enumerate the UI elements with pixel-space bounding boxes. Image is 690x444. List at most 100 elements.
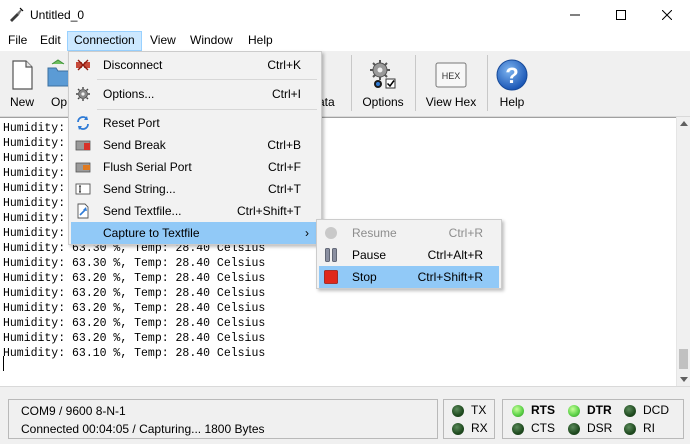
dtr-led-icon[interactable] [568,405,580,417]
dcd-label: DCD [643,403,669,417]
disconnect-icon [76,59,90,71]
control-lines-panel: RTS CTS DTR DSR DCD RI [502,399,684,439]
menu-item-disconnect[interactable]: Disconnect Ctrl+K [71,54,319,76]
terminal-line: Humidity: 63.10 %, Temp: 28.40 Celsius [3,347,266,360]
send-string-icon [75,183,91,195]
menu-item-label: Reset Port [103,116,160,130]
menu-view[interactable]: View [144,31,182,51]
window-title: Untitled_0 [30,8,85,22]
maximize-button[interactable] [598,0,644,30]
minimize-button[interactable] [552,0,598,30]
toolbar-separator [351,55,352,111]
menu-help[interactable]: Help [242,31,279,51]
submenu-item-stop[interactable]: Stop Ctrl+Shift+R [319,266,499,288]
menu-item-shortcut: Ctrl+K [267,58,301,72]
tx-led-icon [452,405,464,417]
menu-item-flush-serial-port[interactable]: Flush Serial Port Ctrl+F [71,156,319,178]
port-settings: COM9 / 9600 8-N-1 [21,404,126,418]
menu-edit[interactable]: Edit [34,31,67,51]
capture-submenu: Resume Ctrl+R Pause Ctrl+Alt+R Stop Ctrl… [316,219,502,289]
terminal-line: Humidity: 63.20 %, Temp: 28.40 Celsius [3,317,266,330]
rts-label: RTS [531,403,555,417]
scroll-down-icon[interactable] [680,377,688,382]
help-icon: ? [496,59,528,91]
menu-item-label: Pause [352,248,387,262]
vertical-scrollbar[interactable] [676,117,690,386]
terminal-line: Humidity: 63.20 %, Temp: 28.40 Celsius [3,272,266,285]
tx-rx-panel: TX RX [443,399,495,439]
gear-icon [76,87,90,101]
rts-led-icon[interactable] [512,405,524,417]
menu-item-shortcut: Ctrl+T [268,182,301,196]
text-cursor [3,356,4,371]
new-document-icon [12,60,33,90]
terminal-line: Humidity: 63.20 %, Temp: 28.40 Celsius [3,302,266,315]
dsr-led-icon [568,423,580,435]
help-button[interactable]: ? Help [492,55,532,113]
rx-led-icon [452,423,464,435]
send-break-icon [75,140,91,151]
terminal-line: Humidity: 63.30 %, Temp: 28.40 Celsius [3,257,266,270]
menu-file[interactable]: File [2,31,33,51]
menu-item-send-break[interactable]: Send Break Ctrl+B [71,134,319,156]
menu-bar: File Edit Connection View Window Help [0,30,690,51]
menu-item-shortcut: Ctrl+B [267,138,301,152]
title-bar: Untitled_0 [0,0,690,30]
dsr-label: DSR [587,421,613,435]
options-button[interactable]: Options [358,55,408,113]
menu-item-shortcut: Ctrl+I [271,87,301,101]
close-button[interactable] [644,0,690,30]
terminal-line: Humidity: 63.20 %, Temp: 28.40 Celsius [3,332,266,345]
menu-connection[interactable]: Connection [67,31,142,51]
reset-icon [77,116,89,130]
cts-label: CTS [531,421,555,435]
help-icon-text: ? [505,63,518,88]
close-icon [662,10,672,20]
pause-icon [325,248,337,262]
send-textfile-icon [77,203,89,219]
menu-item-shortcut: Ctrl+Shift+R [417,270,483,284]
view-hex-button-label: View Hex [425,95,477,109]
ri-label: RI [643,421,655,435]
menu-separator [97,79,317,80]
cts-led-icon [512,423,524,435]
menu-item-label: Resume [352,226,397,240]
menu-item-capture-to-textfile[interactable]: Capture to Textfile › [71,222,319,244]
submenu-item-resume[interactable]: Resume Ctrl+R [319,222,499,244]
menu-item-send-textfile[interactable]: Send Textfile... Ctrl+Shift+T [71,200,319,222]
status-bar: COM9 / 9600 8-N-1 Connected 00:04:05 / C… [0,386,690,444]
options-button-label: Options [362,95,404,109]
terminal-line: Humidity: 63.20 %, Temp: 28.40 Celsius [3,287,266,300]
menu-separator [97,109,317,110]
connection-menu: Disconnect Ctrl+K Options... Ctrl+I Rese… [68,51,322,245]
flush-icon [75,162,91,173]
tx-label: TX [471,403,487,417]
resume-icon [325,227,337,239]
hex-icon-text: HEX [442,71,461,81]
menu-item-shortcut: Ctrl+R [448,226,483,240]
connection-status: Connected 00:04:05 / Capturing... 1800 B… [21,422,265,436]
dtr-label: DTR [587,403,612,417]
menu-item-reset-port[interactable]: Reset Port [71,112,319,134]
menu-item-shortcut: Ctrl+F [268,160,301,174]
menu-item-label: Capture to Textfile [103,226,200,240]
menu-item-label: Send String... [103,182,176,196]
menu-item-label: Stop [352,270,377,284]
menu-item-options[interactable]: Options... Ctrl+I [71,83,319,105]
submenu-item-pause[interactable]: Pause Ctrl+Alt+R [319,244,499,266]
minimize-icon [570,14,580,16]
scrollbar-thumb[interactable] [679,349,688,369]
submenu-arrow-icon: › [305,226,309,240]
view-hex-button[interactable]: HEX View Hex [420,55,482,113]
menu-item-label: Disconnect [103,58,163,72]
new-button[interactable]: New [2,55,42,113]
maximize-icon [616,10,626,20]
menu-item-send-string[interactable]: Send String... Ctrl+T [71,178,319,200]
gear-options-icon [370,60,396,89]
menu-item-label: Options... [103,87,155,101]
scroll-up-icon[interactable] [680,121,688,126]
menu-window[interactable]: Window [184,31,239,51]
menu-item-shortcut: Ctrl+Alt+R [427,248,483,262]
hex-icon: HEX [435,62,467,88]
toolbar-separator [415,55,416,111]
